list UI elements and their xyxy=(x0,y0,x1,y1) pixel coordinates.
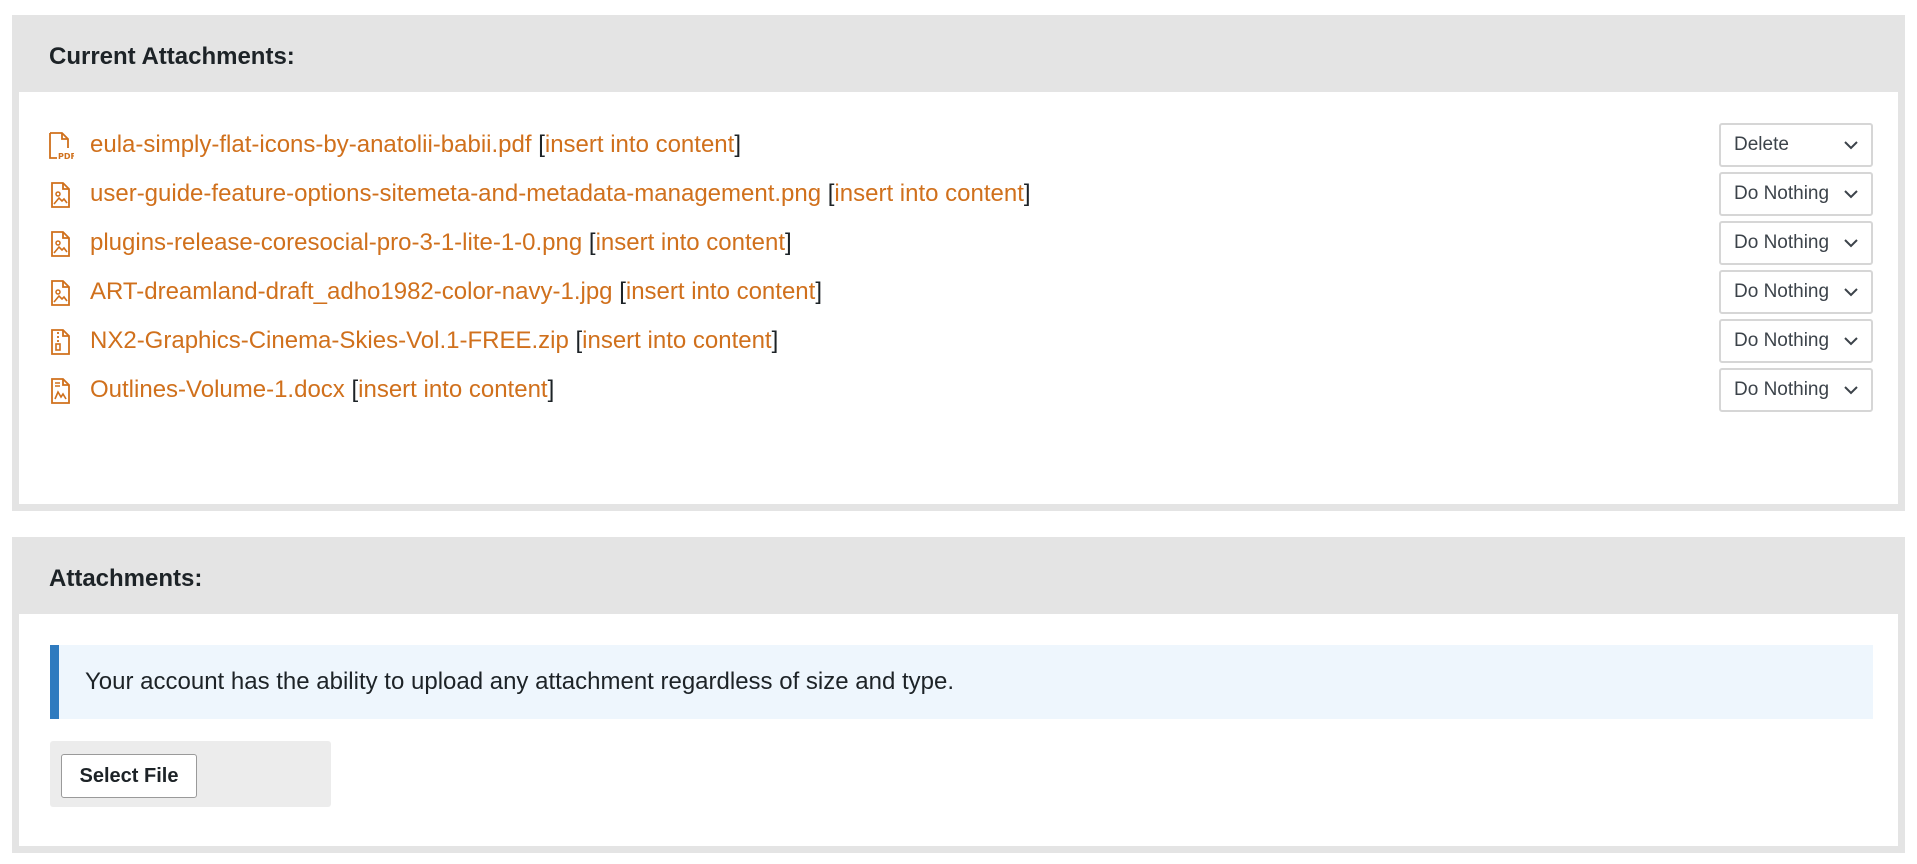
attachment-action-select[interactable]: Do Nothing xyxy=(1719,319,1873,363)
image-file-icon xyxy=(48,230,74,258)
insert-into-content-link[interactable]: insert into content xyxy=(582,327,771,354)
upload-area: Select File xyxy=(50,741,331,807)
attachment-row: plugins-release-coresocial-pro-3-1-lite-… xyxy=(19,221,1898,265)
chevron-down-icon xyxy=(1844,288,1858,297)
attachment-action-select[interactable]: Delete xyxy=(1719,123,1873,167)
attachment-row: PDF eula-simply-flat-icons-by-anatolii-b… xyxy=(19,123,1898,167)
insert-into-content-link[interactable]: insert into content xyxy=(545,131,734,158)
chevron-down-icon xyxy=(1844,190,1858,199)
attachment-row: NX2-Graphics-Cinema-Skies-Vol.1-FREE.zip… xyxy=(19,319,1898,363)
select-file-button[interactable]: Select File xyxy=(61,754,197,798)
insert-into-content-link[interactable]: insert into content xyxy=(596,229,785,256)
chevron-down-icon xyxy=(1844,337,1858,346)
svg-text:PDF: PDF xyxy=(58,152,74,160)
chevron-down-icon xyxy=(1844,239,1858,248)
upload-notice: Your account has the ability to upload a… xyxy=(50,645,1873,719)
attachment-action-select[interactable]: Do Nothing xyxy=(1719,270,1873,314)
attachment-row: user-guide-feature-options-sitemeta-and-… xyxy=(19,172,1898,216)
insert-into-content-link[interactable]: insert into content xyxy=(626,278,815,305)
file-link[interactable]: user-guide-feature-options-sitemeta-and-… xyxy=(90,180,821,207)
attachments-upload-panel: Attachments: Your account has the abilit… xyxy=(12,537,1905,853)
file-link[interactable]: eula-simply-flat-icons-by-anatolii-babii… xyxy=(90,131,532,158)
attachment-action-value: Delete xyxy=(1734,134,1789,155)
attachment-action-select[interactable]: Do Nothing xyxy=(1719,172,1873,216)
chevron-down-icon xyxy=(1844,386,1858,395)
file-link[interactable]: ART-dreamland-draft_adho1982-color-navy-… xyxy=(90,278,613,305)
attachment-row: Outlines-Volume-1.docx [insert into cont… xyxy=(19,368,1898,412)
attachment-action-select[interactable]: Do Nothing xyxy=(1719,221,1873,265)
image-file-icon xyxy=(48,181,74,209)
file-link[interactable]: Outlines-Volume-1.docx xyxy=(90,376,345,403)
image-file-icon xyxy=(48,279,74,307)
attachment-action-value: Do Nothing xyxy=(1734,281,1830,302)
attachment-row: ART-dreamland-draft_adho1982-color-navy-… xyxy=(19,270,1898,314)
insert-into-content-link[interactable]: insert into content xyxy=(358,376,547,403)
current-attachments-panel: Current Attachments: PDF eula-simply-fla… xyxy=(12,15,1905,511)
attachment-action-value: Do Nothing xyxy=(1734,330,1830,351)
current-attachments-title: Current Attachments: xyxy=(19,22,1898,92)
pdf-file-icon: PDF xyxy=(48,132,74,160)
attachment-action-value: Do Nothing xyxy=(1734,379,1830,400)
attachment-action-value: Do Nothing xyxy=(1734,232,1830,253)
file-link[interactable]: plugins-release-coresocial-pro-3-1-lite-… xyxy=(90,229,582,256)
zip-file-icon xyxy=(48,328,74,356)
attachments-title: Attachments: xyxy=(19,544,1898,614)
chevron-down-icon xyxy=(1844,141,1858,150)
attachment-action-select[interactable]: Do Nothing xyxy=(1719,368,1873,412)
attachment-action-value: Do Nothing xyxy=(1734,183,1830,204)
document-file-icon xyxy=(48,377,74,405)
insert-into-content-link[interactable]: insert into content xyxy=(834,180,1023,207)
file-link[interactable]: NX2-Graphics-Cinema-Skies-Vol.1-FREE.zip xyxy=(90,327,569,354)
